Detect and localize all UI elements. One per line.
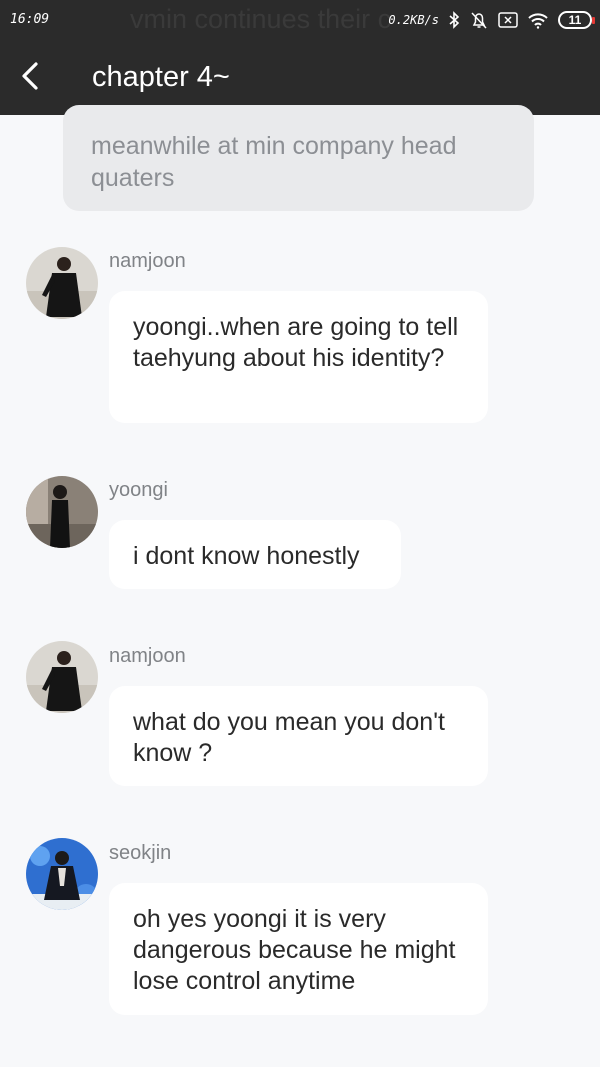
sender-name: yoongi xyxy=(109,479,168,501)
avatar[interactable] xyxy=(26,247,98,319)
message-bubble: oh yes yoongi it is very dangerous becau… xyxy=(109,883,488,1015)
sender-name: seokjin xyxy=(109,842,172,864)
chevron-left-icon[interactable] xyxy=(14,58,46,94)
avatar[interactable] xyxy=(26,838,98,910)
bluetooth-icon xyxy=(448,11,460,29)
narration-bubble: meanwhile at min company head quaters xyxy=(63,105,534,211)
battery-icon: 11 xyxy=(558,11,595,29)
alarm-off-icon xyxy=(469,11,489,29)
status-bar: 16:09 vmin continues their c 0.2KB/s 11 xyxy=(0,0,600,40)
chapter-title: chapter 4~ xyxy=(92,61,230,93)
avatar[interactable] xyxy=(26,641,98,713)
top-bar: 16:09 vmin continues their c 0.2KB/s 11 … xyxy=(0,0,600,115)
sender-name: namjoon xyxy=(109,645,186,667)
nav-row: chapter 4~ xyxy=(0,48,600,108)
avatar[interactable] xyxy=(26,476,98,548)
message-bubble: i dont know honestly xyxy=(109,520,401,589)
wifi-icon xyxy=(527,12,549,29)
network-speed: 0.2KB/s xyxy=(388,13,439,27)
message-bubble: what do you mean you don't know ? xyxy=(109,686,488,786)
sender-name: namjoon xyxy=(109,250,186,272)
status-icons: 0.2KB/s 11 xyxy=(388,9,595,31)
status-background-text: vmin continues their c xyxy=(130,4,390,34)
status-time: 16:09 xyxy=(10,12,50,27)
sim-x-icon xyxy=(498,12,518,28)
message-bubble: yoongi..when are going to tell taehyung … xyxy=(109,291,488,423)
